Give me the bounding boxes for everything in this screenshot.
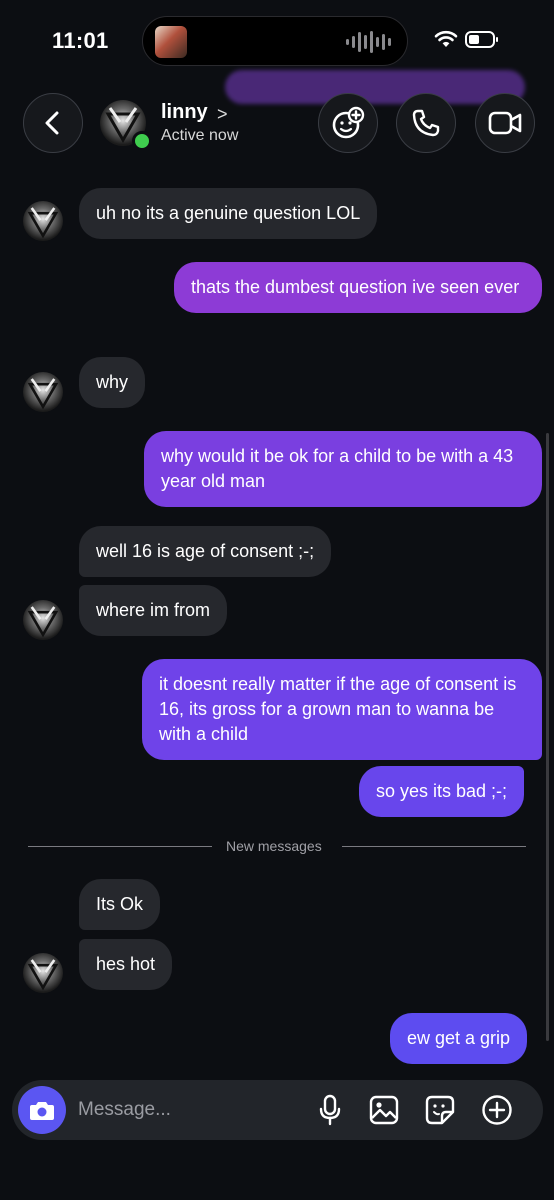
face-sparkle-icon — [332, 106, 365, 139]
plus-circle-icon — [482, 1095, 512, 1125]
message-composer — [12, 1080, 543, 1140]
divider-line-right — [342, 846, 526, 847]
message-avatar[interactable] — [23, 201, 63, 241]
scrollbar[interactable] — [546, 433, 549, 1041]
back-button[interactable] — [23, 93, 83, 153]
outgoing-message[interactable]: so yes its bad ;-; — [359, 766, 525, 817]
new-messages-divider: New messages — [226, 838, 322, 854]
incoming-message[interactable]: Its Ok — [79, 879, 161, 930]
outgoing-message[interactable]: why would it be ok for a child to be wit… — [144, 431, 542, 507]
video-camera-icon — [488, 111, 522, 135]
effects-button[interactable] — [318, 93, 378, 153]
incoming-message[interactable]: why — [79, 357, 146, 408]
active-status: Active now — [161, 127, 239, 144]
status-time: 11:01 — [52, 28, 109, 53]
message-avatar[interactable] — [23, 372, 63, 412]
dynamic-island[interactable] — [142, 16, 408, 66]
message-avatar[interactable] — [23, 953, 63, 993]
incoming-message[interactable]: hes hot — [79, 939, 173, 990]
message-input[interactable] — [78, 1098, 298, 1122]
incoming-message[interactable]: where im from — [79, 585, 228, 636]
outgoing-message[interactable]: ew get a grip — [390, 1013, 528, 1064]
microphone-icon — [319, 1094, 341, 1126]
battery-icon — [465, 31, 498, 48]
add-button[interactable] — [481, 1094, 513, 1126]
sticker-icon — [425, 1095, 455, 1125]
chevron-left-icon — [45, 111, 59, 135]
now-playing-artwork — [155, 26, 187, 58]
chevron-right-icon[interactable]: > — [217, 104, 228, 125]
wifi-icon — [434, 30, 458, 47]
online-status-dot — [132, 131, 152, 151]
incoming-message[interactable]: well 16 is age of consent ;-; — [79, 526, 332, 577]
video-call-button[interactable] — [475, 93, 535, 153]
camera-icon — [30, 1102, 54, 1120]
audio-call-button[interactable] — [396, 93, 456, 153]
message-avatar[interactable] — [23, 600, 63, 640]
outgoing-message[interactable]: thats the dumbest question ive seen ever — [174, 262, 542, 313]
sticker-button[interactable] — [424, 1094, 456, 1126]
audio-waveform-icon — [346, 31, 391, 53]
incoming-message[interactable]: uh no its a genuine question LOL — [79, 188, 378, 239]
contact-name[interactable]: linny — [161, 101, 208, 124]
phone-icon — [412, 109, 440, 137]
scrolled-message-peek — [225, 70, 525, 104]
camera-button[interactable] — [18, 1086, 66, 1134]
image-icon — [369, 1095, 399, 1125]
voice-message-button[interactable] — [314, 1094, 346, 1126]
gallery-button[interactable] — [368, 1094, 400, 1126]
outgoing-message[interactable]: it doesnt really matter if the age of co… — [142, 659, 542, 760]
divider-line-left — [28, 846, 212, 847]
